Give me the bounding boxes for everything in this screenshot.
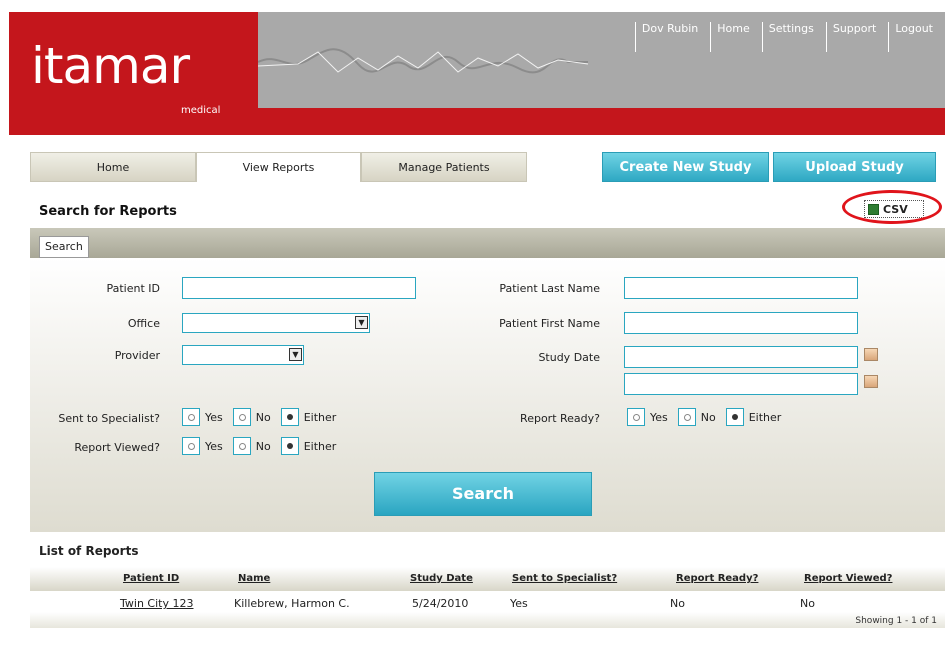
cell-patient-id-link[interactable]: Twin City 123 — [120, 597, 193, 610]
upload-study-button[interactable]: Upload Study — [773, 152, 936, 182]
table-row: Twin City 123 Killebrew, Harmon C. 5/24/… — [30, 594, 945, 612]
report-ready-yes-radio[interactable] — [627, 408, 645, 426]
cell-study-date: 5/24/2010 — [412, 597, 469, 610]
tab-home[interactable]: Home — [30, 152, 196, 182]
report-viewed-label: Report Viewed? — [74, 441, 160, 454]
option-label: Yes — [205, 439, 223, 453]
study-date-to-input[interactable] — [624, 373, 858, 395]
cell-report-ready: No — [670, 597, 685, 610]
cell-sent-specialist: Yes — [510, 597, 528, 610]
search-button[interactable]: Search — [374, 472, 592, 516]
header-banner: itamar medical Dov Rubin Home Settings S… — [9, 12, 945, 135]
provider-label: Provider — [114, 349, 160, 362]
office-select[interactable]: ▼ — [182, 313, 370, 333]
study-date-from-input[interactable] — [624, 346, 858, 368]
report-ready-radio-group: Yes No Either — [627, 408, 791, 426]
search-panel: Search for Reports CSV Search Patient ID… — [30, 182, 945, 532]
search-subtab[interactable]: Search — [39, 236, 89, 258]
highlight-circle — [842, 190, 942, 224]
chevron-down-icon: ▼ — [355, 316, 368, 329]
option-label: Yes — [650, 410, 668, 424]
sent-specialist-label: Sent to Specialist? — [58, 412, 160, 425]
option-label: No — [700, 410, 716, 424]
report-ready-either-radio[interactable] — [725, 408, 744, 426]
col-patient-id[interactable]: Patient ID — [123, 573, 179, 584]
report-viewed-yes-radio[interactable] — [182, 437, 200, 455]
sent-specialist-radio-group: Yes No Either — [182, 408, 346, 426]
report-viewed-either-radio[interactable] — [280, 437, 299, 455]
calendar-icon[interactable] — [864, 348, 878, 361]
col-sent-specialist[interactable]: Sent to Specialist? — [512, 573, 617, 584]
tab-manage-patients[interactable]: Manage Patients — [361, 152, 527, 182]
search-subbar: Search — [30, 228, 945, 258]
topnav-settings[interactable]: Settings — [761, 22, 820, 52]
study-date-label: Study Date — [538, 351, 600, 364]
logo-text: itamar — [31, 37, 190, 95]
col-report-ready[interactable]: Report Ready? — [676, 573, 758, 584]
topnav-user[interactable]: Dov Rubin — [634, 22, 704, 52]
last-name-label: Patient Last Name — [499, 282, 600, 295]
app-window: itamar medical Dov Rubin Home Settings S… — [0, 0, 945, 645]
topnav-support[interactable]: Support — [825, 22, 882, 52]
patient-id-input[interactable] — [182, 277, 416, 299]
report-ready-no-radio[interactable] — [677, 408, 696, 426]
cell-name: Killebrew, Harmon C. — [234, 597, 350, 610]
col-report-viewed[interactable]: Report Viewed? — [804, 573, 892, 584]
top-navigation: Dov Rubin Home Settings Support Logout — [629, 22, 939, 52]
report-viewed-no-radio[interactable] — [232, 437, 251, 455]
first-name-input[interactable] — [624, 312, 858, 334]
logo-subtext: medical — [181, 105, 221, 116]
chevron-down-icon: ▼ — [289, 348, 302, 361]
tab-view-reports[interactable]: View Reports — [196, 152, 361, 182]
last-name-input[interactable] — [624, 277, 858, 299]
patient-id-label: Patient ID — [106, 282, 160, 295]
table-footer — [30, 612, 945, 628]
sent-specialist-no-radio[interactable] — [232, 408, 251, 426]
office-label: Office — [127, 317, 160, 330]
option-label: Either — [303, 410, 337, 424]
topnav-home[interactable]: Home — [710, 22, 755, 52]
main-tabs: Home View Reports Manage Patients — [30, 152, 527, 182]
list-title: List of Reports — [39, 544, 139, 558]
option-label: Either — [303, 439, 337, 453]
sent-specialist-either-radio[interactable] — [280, 408, 299, 426]
option-label: No — [255, 410, 271, 424]
option-label: No — [255, 439, 271, 453]
topnav-logout[interactable]: Logout — [888, 22, 939, 52]
create-new-study-button[interactable]: Create New Study — [602, 152, 769, 182]
pagination-status: Showing 1 - 1 of 1 — [855, 616, 937, 626]
calendar-icon[interactable] — [864, 375, 878, 388]
sent-specialist-yes-radio[interactable] — [182, 408, 200, 426]
table-header: Patient ID Name Study Date Sent to Speci… — [30, 567, 945, 591]
provider-select[interactable]: ▼ — [182, 345, 304, 365]
option-label: Either — [748, 410, 782, 424]
col-name[interactable]: Name — [238, 573, 270, 584]
report-viewed-radio-group: Yes No Either — [182, 437, 346, 455]
panel-title: Search for Reports — [39, 204, 177, 219]
first-name-label: Patient First Name — [499, 317, 600, 330]
report-ready-label: Report Ready? — [520, 412, 600, 425]
cell-report-viewed: No — [800, 597, 815, 610]
col-study-date[interactable]: Study Date — [410, 573, 473, 584]
option-label: Yes — [205, 410, 223, 424]
